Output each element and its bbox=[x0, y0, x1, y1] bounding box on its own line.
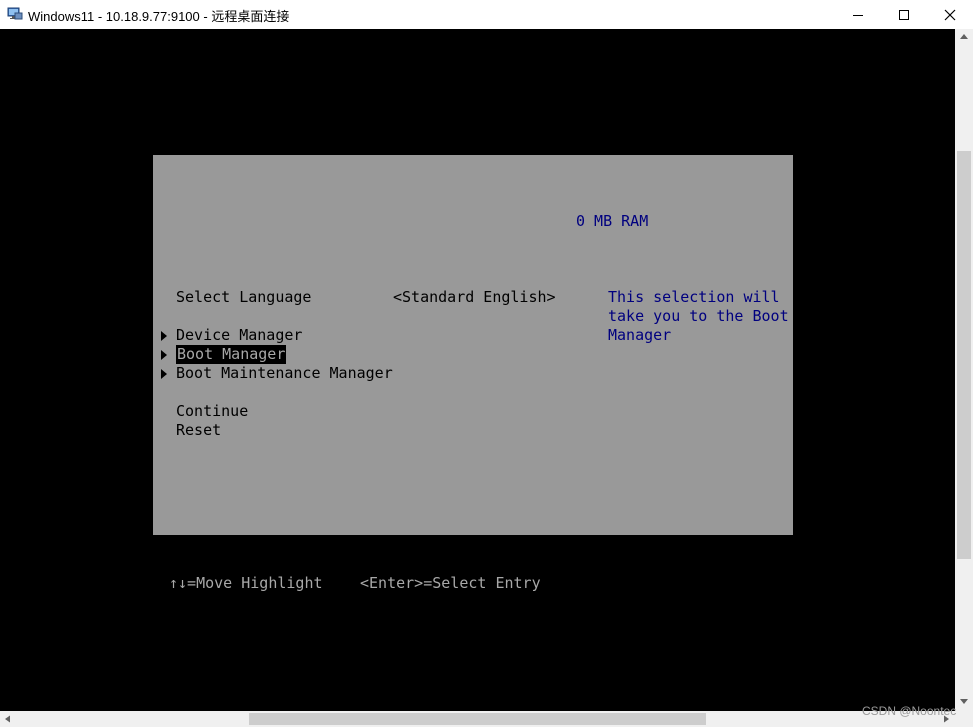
submenu-arrow-icon bbox=[161, 331, 167, 341]
minimize-button[interactable] bbox=[835, 0, 881, 29]
menu-item-device-manager[interactable]: Device Manager bbox=[176, 326, 302, 345]
select-entry-hint: <Enter>=Select Entry bbox=[360, 574, 541, 592]
close-icon bbox=[944, 9, 956, 20]
menu-item-boot-maintenance-manager[interactable]: Boot Maintenance Manager bbox=[176, 364, 393, 383]
help-text: This selection will take you to the Boot… bbox=[608, 288, 789, 345]
language-value[interactable]: <Standard English> bbox=[393, 288, 556, 307]
help-line: take you to the Boot bbox=[608, 307, 789, 325]
vertical-scrollbar[interactable] bbox=[955, 29, 973, 711]
scroll-down-icon[interactable] bbox=[959, 697, 969, 705]
ram-size: 0 MB RAM bbox=[576, 212, 649, 230]
select-language-label[interactable]: Select Language bbox=[176, 288, 311, 307]
scroll-up-icon[interactable] bbox=[959, 33, 969, 41]
remote-screen[interactable]: 0 MB RAM Select Language <Standard Engli… bbox=[0, 29, 955, 711]
scroll-left-icon[interactable] bbox=[4, 715, 12, 723]
submenu-arrow-icon bbox=[161, 350, 167, 360]
horizontal-scroll-thumb[interactable] bbox=[249, 713, 706, 725]
reset-action[interactable]: Reset bbox=[176, 421, 221, 440]
maximize-button[interactable] bbox=[881, 0, 927, 29]
horizontal-scrollbar[interactable] bbox=[0, 711, 955, 727]
watermark: CSDN @Noontec bbox=[862, 704, 957, 718]
minimize-icon bbox=[853, 14, 863, 16]
close-button[interactable] bbox=[927, 0, 973, 29]
move-highlight-hint: ↑↓=Move Highlight bbox=[169, 574, 323, 592]
window-title: Windows11 - 10.18.9.77:9100 - 远程桌面连接 bbox=[28, 9, 290, 24]
menu-item-boot-manager[interactable]: Boot Manager bbox=[176, 345, 287, 364]
help-line: Manager bbox=[608, 326, 672, 344]
submenu-arrow-icon bbox=[161, 369, 167, 379]
help-line: This selection will bbox=[608, 288, 780, 306]
remote-desktop-icon[interactable] bbox=[7, 6, 23, 22]
scrollbar-corner bbox=[955, 711, 973, 727]
continue-action[interactable]: Continue bbox=[176, 402, 248, 421]
vertical-scroll-thumb[interactable] bbox=[957, 151, 971, 559]
window-titlebar[interactable]: Windows11 - 10.18.9.77:9100 - 远程桌面连接 bbox=[0, 0, 973, 29]
maximize-icon bbox=[899, 9, 909, 20]
bios-front-page-panel: 0 MB RAM Select Language <Standard Engli… bbox=[153, 155, 793, 535]
